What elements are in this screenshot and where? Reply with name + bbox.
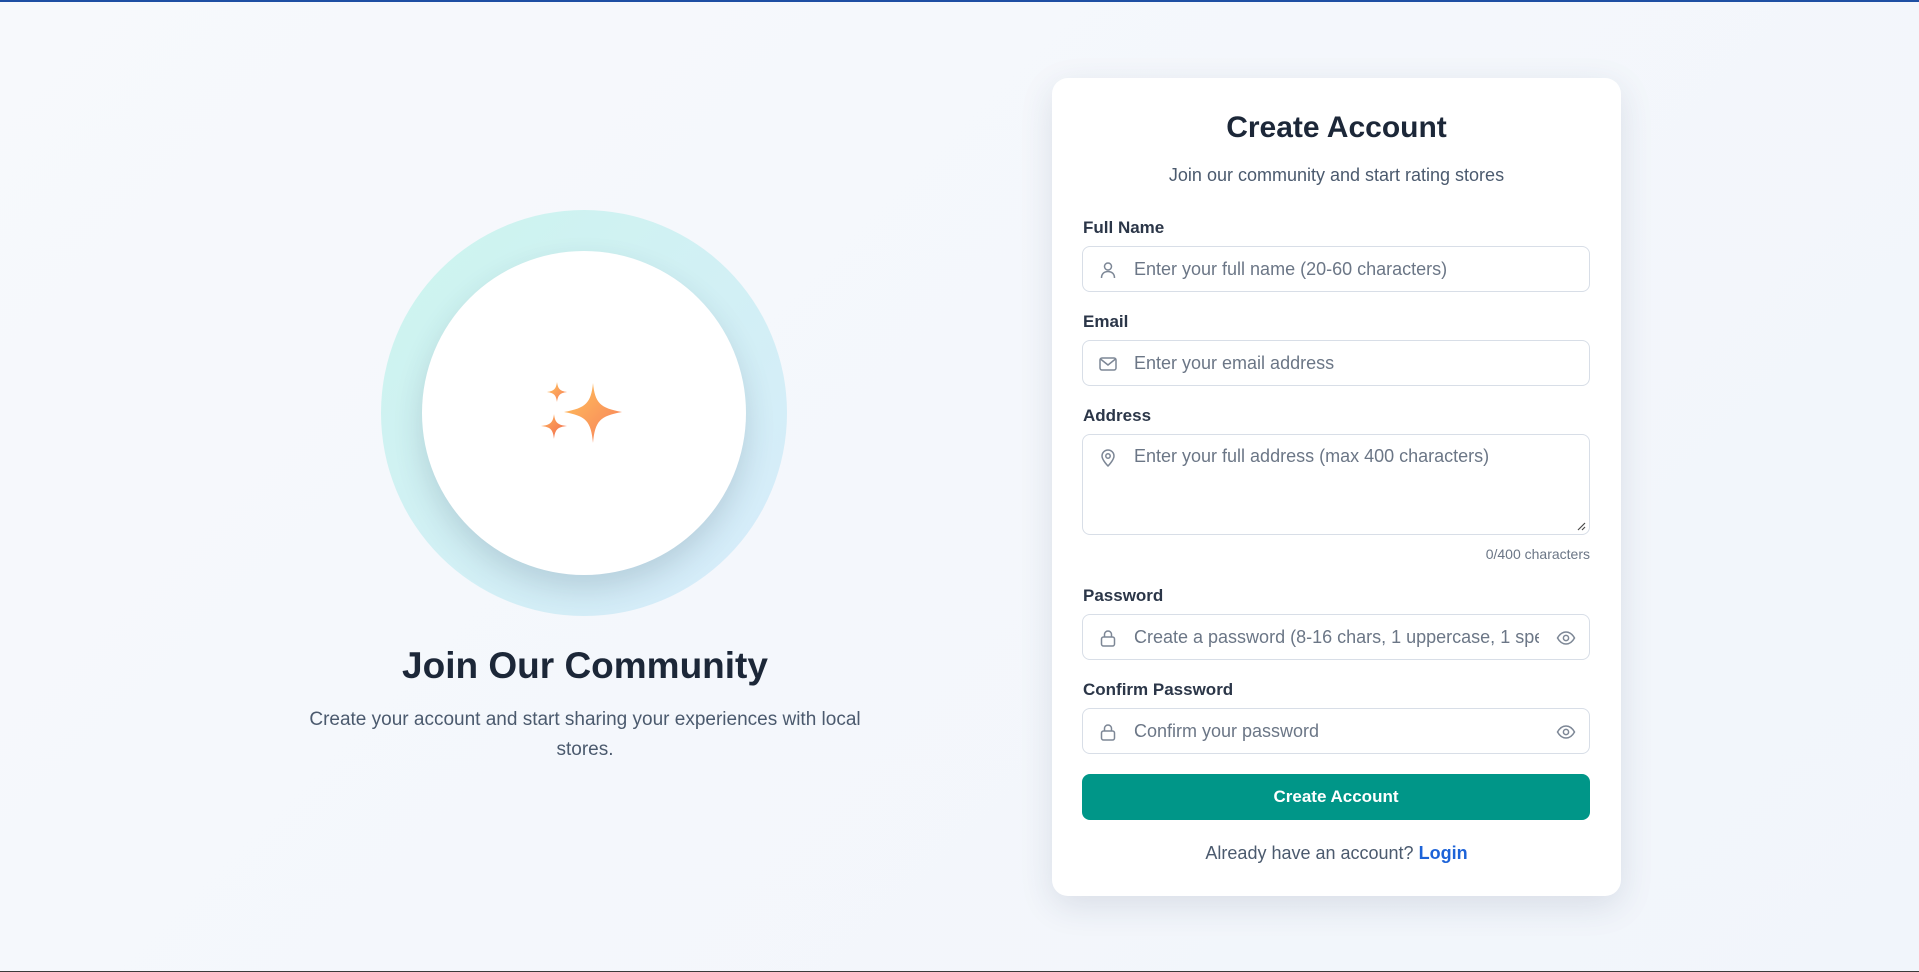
lock-icon [1100, 724, 1116, 741]
address-char-counter: 0/400 characters [1485, 546, 1590, 562]
signup-card: Create Account Join our community and st… [1052, 78, 1621, 896]
password-label: Password [1083, 586, 1164, 605]
resize-handle-icon[interactable] [1576, 521, 1586, 531]
hero-subtitle: Create your account and start sharing yo… [309, 709, 861, 760]
full-name-field[interactable]: Enter your full name (20-60 characters) [1082, 246, 1590, 292]
full-name-placeholder: Enter your full name (20-60 characters) [1134, 259, 1448, 279]
login-prompt-text: Already have an account? [1205, 843, 1414, 863]
user-icon [1100, 262, 1116, 279]
eye-icon[interactable] [1556, 723, 1576, 741]
lock-icon [1100, 630, 1116, 647]
sparkles-icon [541, 382, 622, 443]
email-field[interactable]: Enter your email address [1082, 340, 1590, 386]
confirm-password-label: Confirm Password [1083, 680, 1234, 699]
password-field[interactable]: Create a password (8-16 chars, 1 upperca… [1082, 614, 1590, 660]
login-prompt: Already have an account? Login [1052, 843, 1621, 864]
form-title: Create Account [1226, 111, 1447, 144]
confirm-password-placeholder: Confirm your password [1134, 721, 1320, 741]
confirm-password-field[interactable]: Confirm your password [1082, 708, 1590, 754]
full-name-label: Full Name [1083, 218, 1165, 237]
address-label: Address [1083, 406, 1152, 425]
email-label: Email [1083, 312, 1129, 331]
email-placeholder: Enter your email address [1134, 353, 1335, 373]
create-account-button[interactable]: Create Account [1082, 774, 1590, 820]
address-placeholder: Enter your full address (max 400 charact… [1134, 446, 1490, 466]
form-subtitle: Join our community and start rating stor… [1168, 165, 1505, 185]
top-accent-line [0, 0, 1919, 2]
eye-icon[interactable] [1556, 629, 1576, 647]
mail-icon [1099, 357, 1117, 371]
login-link[interactable]: Login [1419, 843, 1468, 863]
address-textarea[interactable]: Enter your full address (max 400 charact… [1082, 434, 1590, 535]
hero-title: Join Our Community [402, 645, 768, 686]
map-pin-icon [1101, 449, 1115, 468]
password-placeholder: Create a password (8-16 chars, 1 upperca… [1134, 627, 1539, 647]
